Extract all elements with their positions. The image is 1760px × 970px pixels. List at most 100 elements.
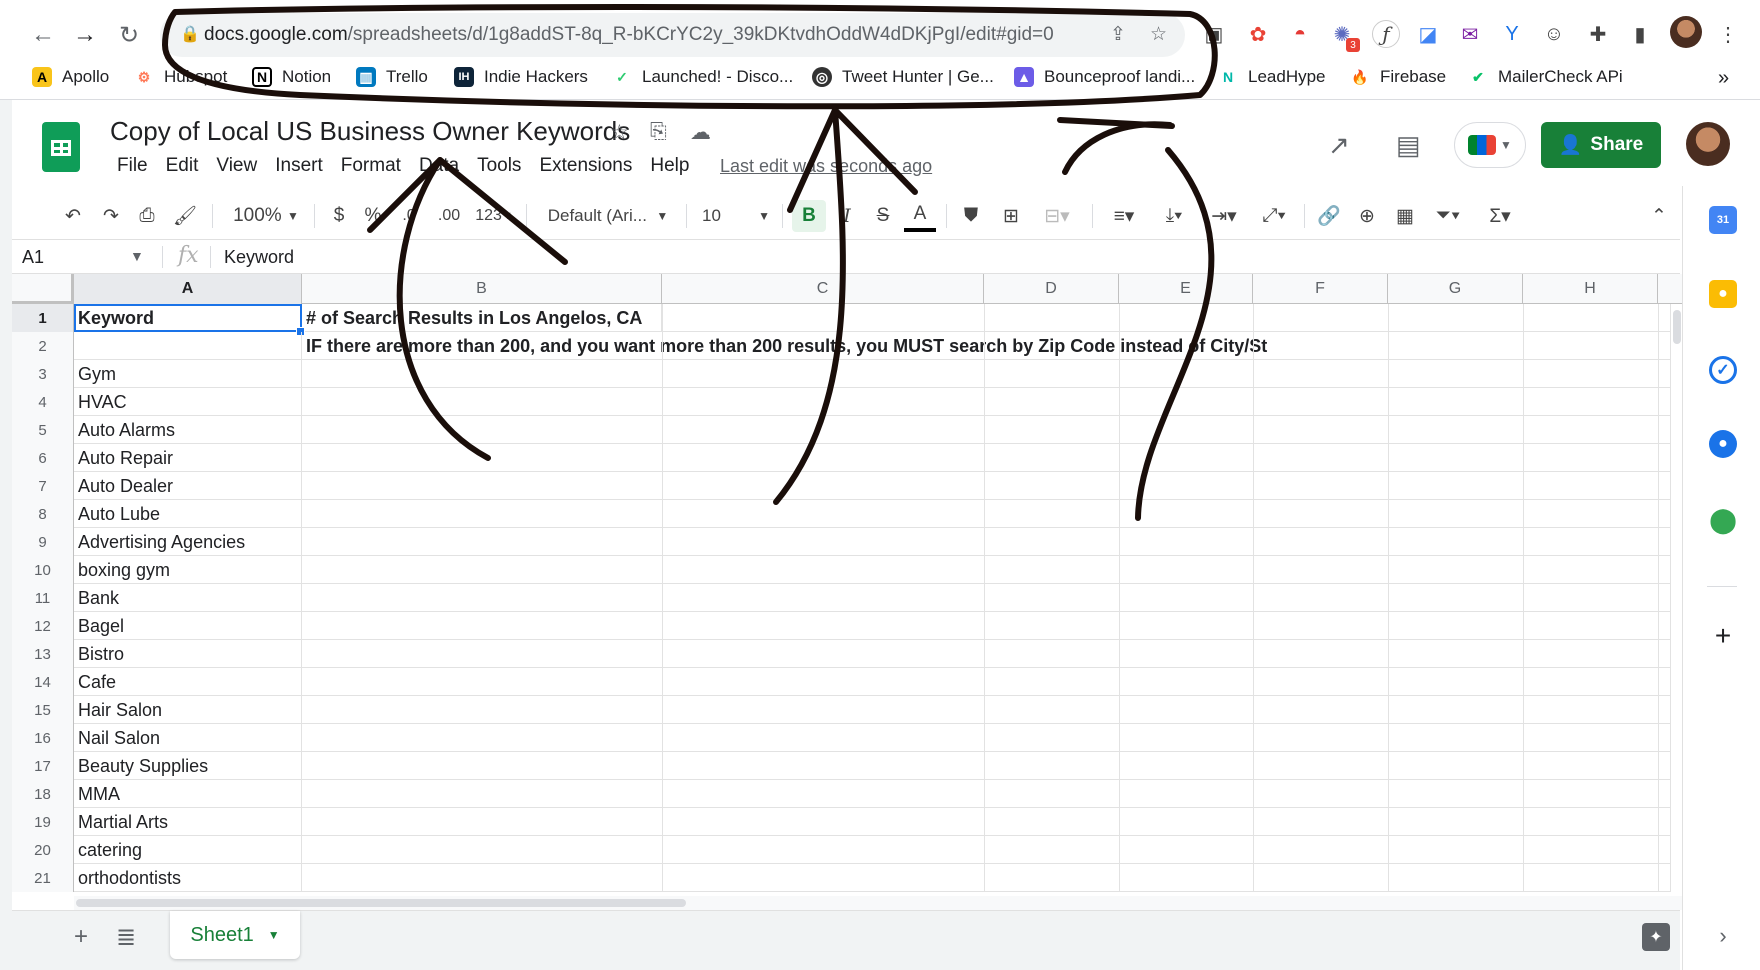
collapse-toolbar-icon[interactable]: ⌃ <box>1644 200 1674 232</box>
explore-icon[interactable]: ✦ <box>1642 923 1670 951</box>
menu-extensions[interactable]: Extensions <box>530 155 641 177</box>
function-extension-icon[interactable]: ƒ <box>1372 20 1400 48</box>
text-color-button[interactable]: A <box>904 200 936 232</box>
row-header[interactable]: 8 <box>12 500 74 528</box>
row-header[interactable]: 5 <box>12 416 74 444</box>
column-header-d[interactable]: D <box>984 274 1119 304</box>
column-header-c[interactable]: C <box>662 274 984 304</box>
cell-a[interactable]: Hair Salon <box>74 696 302 724</box>
cloud-status-icon[interactable]: ☁ <box>690 120 711 145</box>
menu-help[interactable]: Help <box>641 155 698 177</box>
cell-a[interactable]: MMA <box>74 780 302 808</box>
zoom-select[interactable]: 100% ▼ <box>226 200 306 232</box>
cell-a[interactable]: Martial Arts <box>74 808 302 836</box>
chevron-right-icon[interactable]: › <box>1709 922 1737 950</box>
formula-input[interactable]: Keyword <box>224 247 294 268</box>
puzzle-icon[interactable]: ✚ <box>1584 20 1612 48</box>
side-panel-icon[interactable]: ▮ <box>1626 20 1654 48</box>
share-page-icon[interactable]: ⇪ <box>1110 23 1126 46</box>
cell-a[interactable]: boxing gym <box>74 556 302 584</box>
tasks-icon[interactable]: ✓ <box>1709 356 1737 384</box>
bookmark-launched[interactable]: ✓ Launched! - Disco... <box>612 67 793 87</box>
column-header-e[interactable]: E <box>1119 274 1253 304</box>
text-wrap-icon[interactable]: ⇥▾ <box>1202 200 1246 232</box>
print-icon[interactable]: ⎙ <box>132 200 162 232</box>
cell-a[interactable]: Gym <box>74 360 302 388</box>
menu-edit[interactable]: Edit <box>157 155 208 177</box>
row-header[interactable]: 11 <box>12 584 74 612</box>
bookmark-indie-hackers[interactable]: IH Indie Hackers <box>454 67 588 87</box>
pokeball-extension-icon[interactable]: ◓ <box>1286 20 1314 48</box>
row-header[interactable]: 18 <box>12 780 74 808</box>
font-family-select[interactable]: Default (Ari... ▼ <box>538 200 678 232</box>
account-avatar[interactable] <box>1686 122 1730 166</box>
row-header[interactable]: 10 <box>12 556 74 584</box>
row-header[interactable]: 13 <box>12 640 74 668</box>
borders-icon[interactable]: ⊞ <box>996 200 1026 232</box>
cell-a[interactable]: Auto Repair <box>74 444 302 472</box>
bookmark-hubspot[interactable]: ⚙ Hubspot <box>134 67 228 87</box>
cell-b1[interactable]: # of Search Results in Los Angelos, CA <box>302 304 662 332</box>
bookmark-leadhype[interactable]: N LeadHype <box>1218 67 1326 87</box>
cell-a[interactable]: Advertising Agencies <box>74 528 302 556</box>
select-all-corner[interactable] <box>12 274 74 304</box>
profile-avatar[interactable] <box>1670 16 1702 48</box>
insert-chart-icon[interactable]: ▦ <box>1390 200 1420 232</box>
ghost-extension-icon[interactable]: ☺ <box>1540 20 1568 48</box>
paint-format-icon[interactable]: 🖌 <box>170 200 200 232</box>
menu-file[interactable]: File <box>108 155 157 177</box>
menu-format[interactable]: Format <box>332 155 410 177</box>
forward-arrow-icon[interactable]: → <box>68 18 102 52</box>
row-header[interactable]: 7 <box>12 472 74 500</box>
cell-a[interactable]: catering <box>74 836 302 864</box>
back-arrow-icon[interactable]: ← <box>26 18 60 52</box>
move-folder-icon[interactable]: ⎘ <box>650 120 667 144</box>
add-sheet-icon[interactable]: + <box>74 923 88 951</box>
redo-icon[interactable]: ↷ <box>96 200 126 232</box>
row-header[interactable]: 3 <box>12 360 74 388</box>
vertical-scrollbar[interactable] <box>1670 304 1682 892</box>
increase-decimal-button[interactable]: .00 <box>430 200 468 232</box>
mail-extension-icon[interactable]: ✉ <box>1456 20 1484 48</box>
row-header[interactable]: 17 <box>12 752 74 780</box>
decrease-decimal-button[interactable]: .0 <box>392 200 426 232</box>
bookmark-mailercheck[interactable]: ✔ MailerCheck APi <box>1468 67 1623 87</box>
more-formats-button[interactable]: 123 ▼ <box>470 200 518 232</box>
currency-format-button[interactable]: $ <box>326 200 352 232</box>
row-header[interactable]: 20 <box>12 836 74 864</box>
add-addon-icon[interactable]: + <box>1709 620 1737 651</box>
row-header[interactable]: 16 <box>12 724 74 752</box>
meet-button[interactable]: ▼ <box>1454 122 1526 168</box>
chevron-down-icon[interactable]: ▼ <box>130 248 144 264</box>
cell-a[interactable]: Nail Salon <box>74 724 302 752</box>
row-header[interactable]: 2 <box>12 332 74 360</box>
cell-a[interactable]: orthodontists <box>74 864 302 892</box>
filter-icon[interactable]: ⏷▾ <box>1426 200 1470 232</box>
font-size-select[interactable]: 10 ▼ <box>696 200 776 232</box>
column-header-b[interactable]: B <box>302 274 662 304</box>
keep-icon[interactable]: ● <box>1709 280 1737 308</box>
address-url[interactable]: docs.google.com/spreadsheets/d/1g8addST-… <box>204 24 1054 46</box>
sheets-logo-icon[interactable] <box>42 122 80 172</box>
row-header[interactable]: 1 <box>12 304 74 332</box>
color-picker-extension-icon[interactable]: ✿ <box>1244 20 1272 48</box>
v-extension-icon[interactable]: Y <box>1498 20 1526 48</box>
cell-b2[interactable]: IF there are more than 200, and you want… <box>302 332 1267 360</box>
merge-cells-icon[interactable]: ⊟▾ <box>1032 200 1082 232</box>
row-header[interactable]: 4 <box>12 388 74 416</box>
strikethrough-button[interactable]: S <box>868 200 898 232</box>
row-header[interactable]: 21 <box>12 864 74 892</box>
undo-icon[interactable]: ↶ <box>58 200 88 232</box>
spreadsheet-grid[interactable]: A B C D E F G H 1 Keyword # of Search Resu… <box>12 274 1682 892</box>
menu-view[interactable]: View <box>207 155 266 177</box>
cell-a[interactable]: Bagel <box>74 612 302 640</box>
bookmark-trello[interactable]: ▥ Trello <box>356 67 428 87</box>
functions-icon[interactable]: Σ▾ <box>1478 200 1522 232</box>
bookmark-firebase[interactable]: 🔥 Firebase <box>1350 67 1446 87</box>
cell-a[interactable]: Auto Lube <box>74 500 302 528</box>
percent-format-button[interactable]: % <box>360 200 386 232</box>
row-header[interactable]: 14 <box>12 668 74 696</box>
reload-icon[interactable]: ↻ <box>112 18 146 52</box>
bookmark-star-icon[interactable]: ☆ <box>1150 23 1167 46</box>
horizontal-scrollbar[interactable] <box>74 896 1682 910</box>
